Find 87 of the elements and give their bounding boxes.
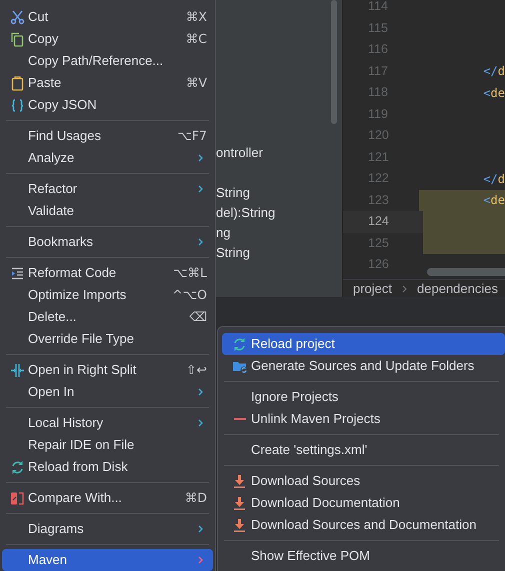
shortcut-text: ⌥F7 xyxy=(177,126,207,145)
refresh-icon xyxy=(232,336,247,352)
menu-item[interactable]: Unlink Maven Projects xyxy=(222,408,505,430)
menu-item[interactable]: Ignore Projects xyxy=(222,386,505,408)
menu-item[interactable]: Copy JSON xyxy=(2,94,213,116)
minus-icon xyxy=(234,418,246,420)
menu-item[interactable]: Diagrams xyxy=(2,518,213,540)
shortcut-text: ⌥⌘L xyxy=(173,264,207,282)
menu-item[interactable]: Find Usages ⌥F7 xyxy=(2,125,213,147)
menu-item[interactable]: Create 'settings.xml' xyxy=(222,439,505,461)
code-text: </d xyxy=(483,63,505,80)
menu-item[interactable]: Optimize Imports ^⌥O xyxy=(2,284,213,306)
chevron-icon xyxy=(402,284,408,292)
chevron-icon xyxy=(198,238,203,246)
compare-panes-icon xyxy=(10,490,24,506)
line-number: 117 xyxy=(368,62,388,80)
menu-item[interactable]: Generate Sources and Update Folders xyxy=(222,355,505,377)
line-number: 122 xyxy=(368,170,389,188)
download-icon xyxy=(232,496,247,510)
menu-item[interactable]: Delete... ⌫ xyxy=(2,306,213,328)
refresh-icon xyxy=(10,460,24,474)
line-number: 116 xyxy=(368,41,388,58)
menu-item[interactable]: Override File Type xyxy=(2,328,213,350)
menu-item[interactable]: Local History xyxy=(2,412,213,434)
menu-item[interactable]: Compare With... ⌘D xyxy=(2,487,213,509)
scissors-icon xyxy=(10,10,24,24)
menu-item[interactable]: Reload from Disk xyxy=(2,456,213,478)
menu-item[interactable]: Bookmarks xyxy=(2,231,213,253)
tree-item-text[interactable]: ontroller xyxy=(216,143,276,163)
menu-item[interactable]: Download Sources and Documentation xyxy=(222,514,505,536)
menu-item[interactable]: Cut ⌘X xyxy=(2,6,213,28)
shortcut-text: ^⌥O xyxy=(172,286,207,304)
menu-item[interactable]: Copy ⌘C xyxy=(2,28,213,50)
line-number: 126 xyxy=(368,256,389,274)
menu-item[interactable]: Paste ⌘V xyxy=(2,72,213,94)
chevron-icon xyxy=(198,388,203,396)
chevron-icon xyxy=(198,525,203,533)
line-number: 118 xyxy=(368,84,388,102)
menu-item[interactable]: Download Sources xyxy=(222,470,505,492)
code-text: </d xyxy=(483,170,505,188)
braces-icon xyxy=(10,98,24,112)
shortcut-text: ⌘C xyxy=(186,30,207,48)
shortcut-text: ⌘V xyxy=(186,74,207,92)
clipboard-icon xyxy=(10,76,24,90)
menu-item[interactable]: Repair IDE on File xyxy=(2,434,213,456)
breadcrumb[interactable]: project xyxy=(353,278,392,297)
menu-item[interactable]: Open in Right Split ⇧↩ xyxy=(2,359,213,381)
menu-item[interactable]: Maven xyxy=(2,549,213,571)
line-number: 125 xyxy=(368,234,389,252)
menu-item[interactable]: Reload project xyxy=(222,333,505,355)
line-number: 124 xyxy=(368,213,389,230)
menu-item[interactable]: Analyze xyxy=(2,147,213,169)
shortcut-text: ⌘D xyxy=(184,488,207,507)
menu-item[interactable]: Open In xyxy=(2,381,213,403)
menu-item[interactable]: Validate xyxy=(2,200,213,222)
scrollbar-thumb[interactable] xyxy=(331,0,337,124)
breadcrumb[interactable]: dependencies xyxy=(417,278,498,297)
chevron-icon xyxy=(198,419,203,427)
menu-item[interactable]: Copy Path/Reference... xyxy=(2,50,213,72)
line-number: 114 xyxy=(368,0,388,16)
line-number: 123 xyxy=(368,192,389,209)
tree-item-text[interactable]: del):String xyxy=(216,203,276,223)
code-text: <de xyxy=(483,84,505,102)
indent-lines-icon xyxy=(10,266,24,280)
chevron-icon xyxy=(198,154,203,162)
shortcut-text: ⌘X xyxy=(186,8,207,26)
download-icon xyxy=(232,474,247,488)
tree-item-text[interactable]: String xyxy=(216,183,276,203)
menu-item[interactable]: Download Documentation xyxy=(222,492,505,514)
shortcut-text: ⌫ xyxy=(189,308,207,326)
line-number: 120 xyxy=(368,127,389,144)
menu-item[interactable]: Reformat Code ⌥⌘L xyxy=(2,262,213,284)
shortcut-text: ⇧↩ xyxy=(186,360,207,379)
code-text: <de xyxy=(483,192,505,210)
line-number: 121 xyxy=(368,148,389,166)
horizontal-scrollbar[interactable] xyxy=(427,268,505,276)
menu-item[interactable]: Refactor xyxy=(2,178,213,200)
chevron-icon xyxy=(198,556,203,564)
tree-item-text[interactable]: ng xyxy=(216,223,276,243)
split-arrows-icon xyxy=(10,362,24,378)
download-icon xyxy=(232,518,247,532)
tree-item-text[interactable]: String xyxy=(216,243,276,263)
chevron-icon xyxy=(198,185,203,193)
line-number: 115 xyxy=(368,20,388,37)
menu-item[interactable]: Show Effective POM xyxy=(222,545,505,567)
line-number: 119 xyxy=(368,106,388,123)
copy-icon xyxy=(10,32,24,46)
